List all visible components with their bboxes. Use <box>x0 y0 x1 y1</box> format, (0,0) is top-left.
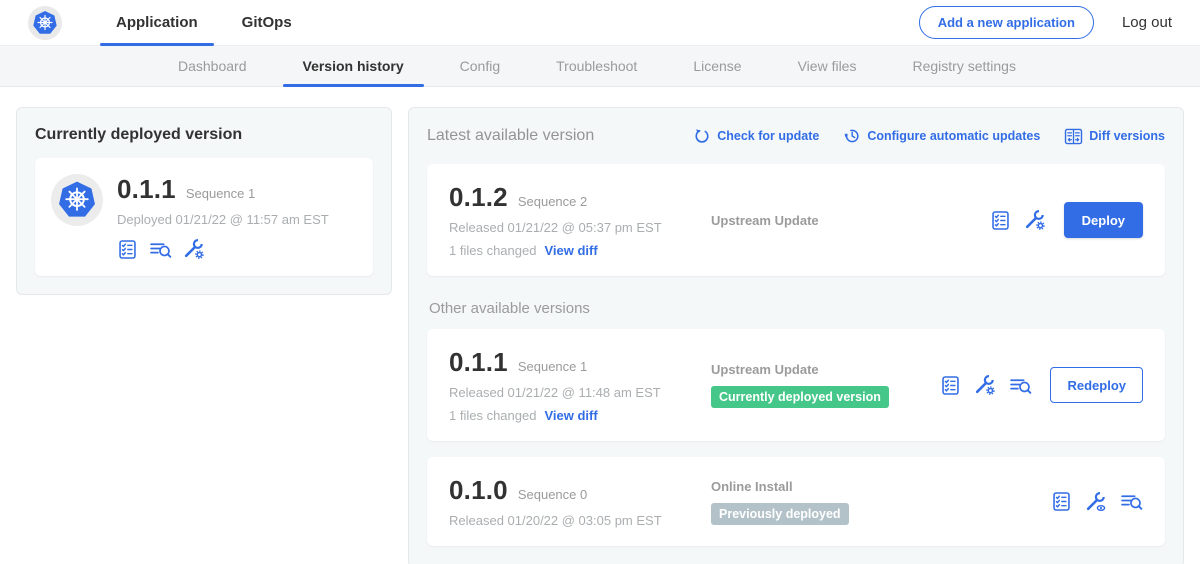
tab-application-label: Application <box>116 14 198 31</box>
tab-gitops[interactable]: GitOps <box>220 0 314 45</box>
version-number: 0.1.0 <box>449 475 508 506</box>
files-changed-label: 1 files changed <box>449 408 536 423</box>
subnav-tab-config[interactable]: Config <box>432 46 528 86</box>
version-actions <box>1051 475 1143 528</box>
configure-automatic-updates-link[interactable]: Configure automatic updates <box>843 127 1040 145</box>
latest-version-header: Latest available version <box>427 127 594 145</box>
sequence-label: Sequence 1 <box>518 359 587 374</box>
version-actions: Deploy <box>990 182 1143 258</box>
release-notes-icon[interactable] <box>940 375 961 396</box>
previously-deployed-badge: Previously deployed <box>711 503 849 525</box>
diff-icon <box>1064 127 1083 146</box>
subnav-tab-view-files[interactable]: View files <box>770 46 885 86</box>
subnav-tab-troubleshoot[interactable]: Troubleshoot <box>528 46 665 86</box>
redeploy-button[interactable]: Redeploy <box>1050 367 1143 403</box>
main-content: Currently deployed version 0.1.1 Sequenc… <box>0 87 1200 564</box>
view-logs-icon[interactable] <box>1120 491 1143 512</box>
source-label: Upstream Update <box>711 213 980 228</box>
version-card-0-1-1: 0.1.1 Sequence 1 Released 01/21/22 @ 11:… <box>427 329 1165 441</box>
subnav-tab-registry-settings[interactable]: Registry settings <box>884 46 1043 86</box>
check-for-update-label: Check for update <box>717 129 819 143</box>
kubernetes-logo-icon <box>32 10 58 36</box>
version-card-0-1-0: 0.1.0 Sequence 0 Released 01/20/22 @ 03:… <box>427 457 1165 546</box>
sub-nav: Dashboard Version history Config Trouble… <box>0 46 1200 87</box>
tab-gitops-label: GitOps <box>242 14 292 31</box>
logout-button[interactable]: Log out <box>1122 14 1172 31</box>
version-number: 0.1.2 <box>449 182 508 213</box>
sequence-label: Sequence 2 <box>518 194 587 209</box>
source-label: Upstream Update <box>711 362 930 377</box>
version-actions: Redeploy <box>940 347 1143 423</box>
version-info: 0.1.2 Sequence 2 Released 01/21/22 @ 05:… <box>449 182 711 258</box>
released-timestamp: Released 01/20/22 @ 03:05 pm EST <box>449 513 711 528</box>
top-nav: Application GitOps Add a new application… <box>0 0 1200 46</box>
add-application-button[interactable]: Add a new application <box>919 6 1094 39</box>
tab-application[interactable]: Application <box>94 0 220 45</box>
source-label: Online Install <box>711 479 1041 494</box>
deployed-version-card: 0.1.1 Sequence 1 Deployed 01/21/22 @ 11:… <box>35 158 373 276</box>
version-info: 0.1.1 Sequence 1 Released 01/21/22 @ 11:… <box>449 347 711 423</box>
app-logo <box>28 6 62 40</box>
currently-deployed-panel: Currently deployed version 0.1.1 Sequenc… <box>16 107 392 295</box>
deployed-version-number: 0.1.1 <box>117 174 176 205</box>
configure-automatic-updates-label: Configure automatic updates <box>867 129 1040 143</box>
check-for-update-link[interactable]: Check for update <box>693 127 819 145</box>
view-logs-icon[interactable] <box>1009 375 1032 396</box>
deploy-button[interactable]: Deploy <box>1064 202 1143 238</box>
deployed-sequence-label: Sequence 1 <box>186 186 255 201</box>
other-versions-header: Other available versions <box>429 300 1163 317</box>
view-config-icon[interactable] <box>1085 491 1107 513</box>
sequence-label: Sequence 0 <box>518 487 587 502</box>
edit-config-icon[interactable] <box>183 238 205 260</box>
edit-config-icon[interactable] <box>974 374 996 396</box>
currently-deployed-badge: Currently deployed version <box>711 386 889 408</box>
top-nav-tabs: Application GitOps <box>94 0 314 45</box>
release-notes-icon[interactable] <box>990 210 1011 231</box>
view-diff-link[interactable]: View diff <box>544 243 597 258</box>
diff-versions-link[interactable]: Diff versions <box>1064 127 1165 146</box>
version-number: 0.1.1 <box>449 347 508 378</box>
deployed-version-info: 0.1.1 Sequence 1 Deployed 01/21/22 @ 11:… <box>117 174 329 260</box>
kubernetes-logo-icon <box>57 180 97 220</box>
deployed-panel-title: Currently deployed version <box>35 126 373 144</box>
version-info: 0.1.0 Sequence 0 Released 01/20/22 @ 03:… <box>449 475 711 528</box>
diff-versions-label: Diff versions <box>1089 129 1165 143</box>
version-card-0-1-2: 0.1.2 Sequence 2 Released 01/21/22 @ 05:… <box>427 164 1165 276</box>
files-changed-label: 1 files changed <box>449 243 536 258</box>
subnav-tab-version-history[interactable]: Version history <box>275 46 432 86</box>
version-source: Upstream Update <box>711 182 990 258</box>
deployed-timestamp: Deployed 01/21/22 @ 11:57 am EST <box>117 212 329 227</box>
version-source: Online Install Previously deployed <box>711 475 1051 528</box>
versions-panel-actions: Check for update Configure automatic upd… <box>693 127 1165 146</box>
view-diff-link[interactable]: View diff <box>544 408 597 423</box>
subnav-tab-license[interactable]: License <box>665 46 769 86</box>
refresh-icon <box>693 127 711 145</box>
released-timestamp: Released 01/21/22 @ 05:37 pm EST <box>449 220 711 235</box>
release-notes-icon[interactable] <box>117 239 138 260</box>
available-versions-panel: Latest available version Check for updat… <box>408 107 1184 564</box>
subnav-tab-dashboard[interactable]: Dashboard <box>150 46 275 86</box>
released-timestamp: Released 01/21/22 @ 11:48 am EST <box>449 385 711 400</box>
deployed-app-logo <box>51 174 103 226</box>
view-logs-icon[interactable] <box>149 239 172 260</box>
version-source: Upstream Update Currently deployed versi… <box>711 347 940 423</box>
clock-arrow-icon <box>843 127 861 145</box>
edit-config-icon[interactable] <box>1024 209 1046 231</box>
versions-panel-header: Latest available version Check for updat… <box>427 120 1165 152</box>
release-notes-icon[interactable] <box>1051 491 1072 512</box>
